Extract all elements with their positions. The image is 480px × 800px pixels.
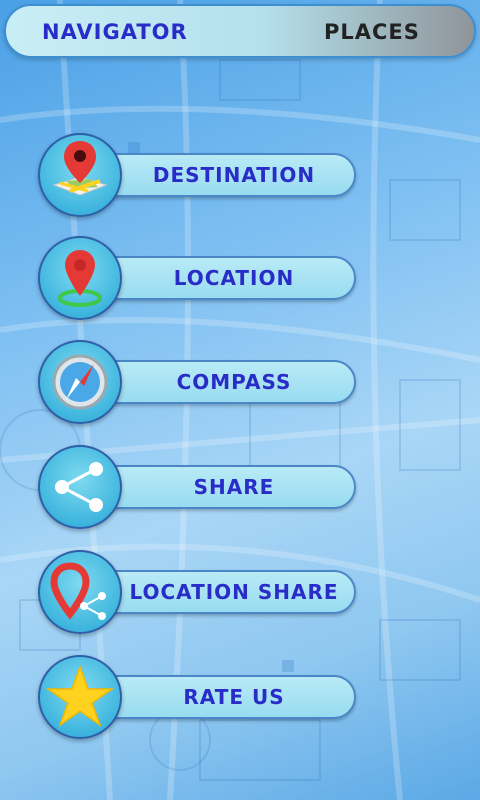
menu-label: LOCATION SHARE — [129, 580, 339, 604]
menu-label: RATE US — [183, 685, 285, 709]
menu-item-location[interactable]: LOCATION — [38, 236, 358, 322]
star-icon — [45, 664, 115, 727]
share-icon — [55, 462, 103, 512]
icon-circle — [38, 236, 122, 320]
icon-circle — [38, 133, 122, 217]
menu-item-share[interactable]: SHARE — [38, 445, 358, 531]
menu-item-destination[interactable]: DESTINATION — [38, 133, 358, 219]
top-tab-bar: NAVIGATOR PLACES — [4, 4, 476, 58]
location-share-icon — [50, 562, 106, 620]
tab-places[interactable]: PLACES — [324, 20, 420, 44]
menu-item-location-share[interactable]: LOCATION SHARE — [38, 550, 358, 636]
compass-icon — [52, 354, 108, 410]
menu-label: COMPASS — [176, 370, 292, 394]
menu-label: LOCATION — [173, 266, 295, 290]
icon-circle — [38, 340, 122, 424]
icon-circle — [38, 550, 122, 634]
menu-item-compass[interactable]: COMPASS — [38, 340, 358, 426]
tab-navigator[interactable]: NAVIGATOR — [42, 20, 188, 44]
menu-item-rate-us[interactable]: RATE US — [38, 655, 358, 741]
location-pin-icon — [58, 250, 102, 307]
map-destination-icon — [52, 141, 108, 196]
icon-circle — [38, 445, 122, 529]
menu-label: DESTINATION — [152, 163, 316, 187]
menu-label: SHARE — [193, 475, 275, 499]
icon-circle — [38, 655, 122, 739]
